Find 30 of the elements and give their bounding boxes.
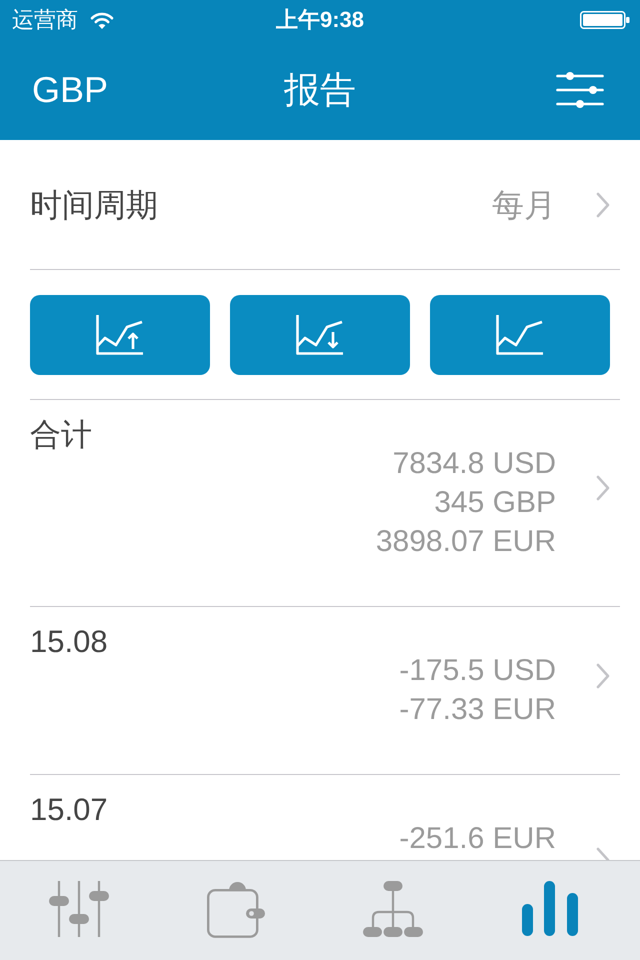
line-chart-icon — [496, 315, 544, 355]
sliders-icon[interactable] — [556, 72, 604, 108]
row-label[interactable]: 15.08 — [30, 622, 108, 662]
chart-button[interactable] — [230, 295, 410, 375]
currency-button[interactable]: GBP — [32, 68, 108, 112]
battery-icon — [580, 11, 630, 29]
amount-text: 345 GBP — [434, 485, 556, 521]
clock-text: 上午9:38 — [276, 6, 364, 34]
hierarchy-icon — [362, 880, 424, 938]
wifi-icon — [90, 11, 114, 29]
chart-button[interactable] — [430, 295, 610, 375]
bar-chart-icon — [520, 880, 578, 937]
carrier-text: 运营商 — [12, 6, 78, 34]
chevron-icon — [596, 475, 610, 501]
chart-button[interactable] — [30, 295, 210, 375]
chevron-icon — [596, 192, 610, 218]
page-title: 报告 — [284, 68, 356, 112]
wallet-icon — [206, 880, 266, 938]
amount-text: 3898.07 EUR — [376, 524, 556, 560]
row-label[interactable]: 合计 — [30, 415, 92, 455]
chart-arrow-down-icon — [296, 315, 344, 355]
chevron-icon — [596, 662, 610, 688]
amount-text: -251.6 EUR — [399, 821, 556, 857]
amount-text: -77.33 EUR — [399, 692, 556, 728]
amount-text: -175.5 USD — [399, 653, 556, 689]
sliders-icon — [48, 880, 110, 936]
amount-text: 7834.8 USD — [392, 446, 556, 482]
row-label[interactable]: 15.07 — [30, 790, 108, 830]
chart-arrow-up-icon — [96, 315, 144, 355]
period-label[interactable]: 时间周期 — [30, 184, 158, 224]
